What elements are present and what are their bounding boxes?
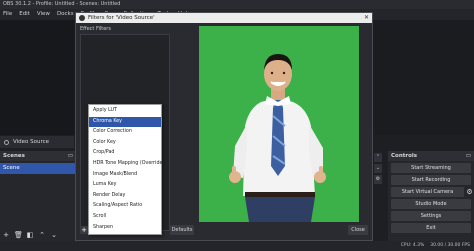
- obs-logo-icon: [79, 15, 85, 21]
- source-toolbar: Video Source: [0, 136, 74, 148]
- menu-item-scroll[interactable]: Scroll: [89, 212, 161, 223]
- controls-dock: Controls ▭ Start Streaming Start Recordi…: [388, 151, 474, 241]
- menu-item-crop-pad[interactable]: Crop/Pad: [89, 148, 161, 159]
- add-filter-button[interactable]: +: [80, 226, 88, 234]
- controls-header: Controls ▭: [388, 151, 474, 161]
- menu-item-luma-key[interactable]: Luma Key: [89, 180, 161, 191]
- add-icon[interactable]: +: [2, 231, 10, 239]
- filter-icon[interactable]: ◧: [26, 231, 34, 239]
- source-label: Video Source: [13, 139, 50, 145]
- add-filter-menu: Apply LUT Chroma Key Color Correction Co…: [88, 104, 164, 235]
- menu-item-apply-lut[interactable]: Apply LUT: [89, 106, 161, 117]
- gear-icon[interactable]: ⚙: [465, 188, 474, 197]
- scene-toolbar: + 🗑 ◧ ⌃ ⌄: [2, 231, 58, 239]
- menu-docks[interactable]: Docks: [57, 9, 74, 20]
- menu-item-color-key[interactable]: Color Key: [89, 138, 161, 149]
- start-virtual-camera-button[interactable]: Start Virtual Camera: [391, 187, 464, 197]
- menu-item-hdr-tone-mapping[interactable]: HDR Tone Mapping (Override): [89, 159, 164, 170]
- scenes-dock: Scenes ▭ Scene + 🗑 ◧ ⌃ ⌄: [0, 151, 76, 241]
- menu-item-chroma-key[interactable]: Chroma Key: [89, 116, 161, 128]
- status-readouts: CPU: 4.3% 30.00 / 30.00 FPS: [401, 241, 470, 251]
- menu-item-color-correction[interactable]: Color Correction: [89, 127, 161, 138]
- gear-icon[interactable]: [4, 139, 9, 145]
- menu-item-image-mask-blend[interactable]: Image Mask/Blend: [89, 170, 161, 181]
- status-bar: CPU: 4.3% 30.00 / 30.00 FPS: [0, 241, 474, 251]
- fps-readout: 30.00 / 30.00 FPS: [430, 243, 470, 248]
- scenes-header: Scenes ▭: [0, 151, 76, 161]
- virtual-camera-row: Start Virtual Camera ⚙: [388, 185, 474, 197]
- side-icon-column: ⌃ ⌄ ⚙: [374, 153, 386, 184]
- move-down-icon[interactable]: ⌄: [50, 231, 58, 239]
- menu-item-sharpen[interactable]: Sharpen: [89, 223, 161, 234]
- menu-item-render-delay[interactable]: Render Delay: [89, 191, 161, 202]
- scenes-title: Scenes: [3, 153, 25, 159]
- menu-view[interactable]: View: [37, 9, 50, 20]
- source-preview: [199, 26, 359, 222]
- dock-options-icon[interactable]: ▭: [68, 151, 73, 161]
- left-background: [0, 20, 74, 135]
- trash-icon[interactable]: 🗑: [14, 231, 23, 239]
- dialog-title: Filters for 'Video Source': [88, 15, 155, 21]
- gear-icon[interactable]: ⚙: [374, 175, 382, 184]
- menu-file[interactable]: File: [3, 9, 12, 20]
- window-title: OBS 30.1.2 - Profile: Untitled - Scenes:…: [0, 0, 474, 9]
- controls-title: Controls: [391, 153, 418, 159]
- menu-item-scaling-aspect-ratio[interactable]: Scaling/Aspect Ratio: [89, 201, 161, 212]
- effects-label: Effect Filters: [80, 26, 111, 32]
- dialog-titlebar: Filters for 'Video Source' ✕: [76, 13, 372, 23]
- move-up-icon[interactable]: ⌃: [38, 231, 46, 239]
- down-icon[interactable]: ⌄: [374, 164, 382, 173]
- close-icon[interactable]: ✕: [364, 13, 369, 23]
- studio-mode-button[interactable]: Studio Mode: [391, 199, 471, 209]
- close-button[interactable]: Close: [348, 225, 368, 235]
- exit-button[interactable]: Exit: [391, 223, 471, 233]
- menu-edit[interactable]: Edit: [19, 9, 30, 20]
- scene-list-item[interactable]: Scene: [0, 163, 76, 174]
- person-image: [199, 26, 359, 222]
- start-streaming-button[interactable]: Start Streaming: [391, 163, 471, 173]
- cpu-readout: CPU: 4.3%: [400, 243, 425, 248]
- up-icon[interactable]: ⌃: [374, 153, 382, 162]
- dock-options-icon[interactable]: ▭: [466, 151, 471, 161]
- start-recording-button[interactable]: Start Recording: [391, 175, 471, 185]
- defaults-button[interactable]: Defaults: [170, 225, 194, 235]
- settings-button[interactable]: Settings: [391, 211, 471, 221]
